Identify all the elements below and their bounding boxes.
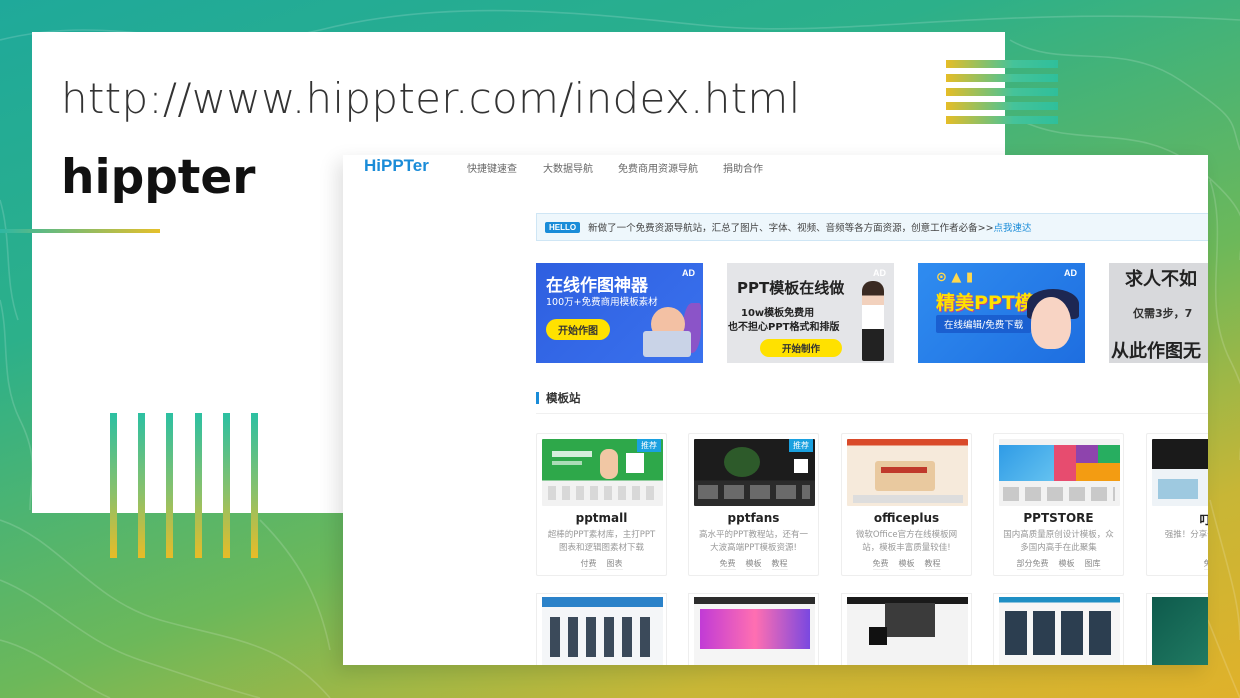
site-card-row2-5[interactable] bbox=[1146, 593, 1208, 665]
site-card-dingdang[interactable]: 叮当 强推！分享优质全部模板 免费 bbox=[1146, 433, 1208, 576]
card-name: PPTSTORE bbox=[1023, 511, 1094, 525]
card-thumbnail bbox=[847, 439, 968, 506]
card-desc: 微软Office官方在线模板网站，模板丰富质量较佳! bbox=[855, 530, 958, 553]
recommend-badge: 推荐 bbox=[637, 439, 661, 452]
card-tag[interactable]: 模板 bbox=[1058, 558, 1075, 570]
card-tag[interactable]: 免费 bbox=[719, 558, 736, 570]
card-name: pptmall bbox=[575, 511, 628, 525]
nav-item-free-resources[interactable]: 免费商用资源导航 bbox=[618, 160, 698, 175]
card-desc: 高水平的PPT教程站，还有一大波高端PPT模板资源! bbox=[699, 530, 808, 553]
announcement-bar: HELLO 新做了一个免费资源导航站，汇总了图片、字体、视频、音频等各方面资源，… bbox=[536, 213, 1208, 241]
ad-title: 求人不如 bbox=[1125, 269, 1197, 290]
ad-banner-3[interactable]: AD ⊙ ▲ ▮ 精美PPT模板 在线编辑/免费下载 bbox=[918, 263, 1085, 363]
card-tag[interactable]: 免费 bbox=[872, 558, 889, 570]
card-tag[interactable]: 免费 bbox=[1203, 558, 1208, 570]
slide-title: hippter bbox=[61, 150, 256, 205]
card-desc: 国内高质量原创设计模板，众多国内高手在此聚集 bbox=[1003, 530, 1114, 553]
ad-banner-4[interactable]: 求人不如 仅需3步，7 从此作图无 bbox=[1109, 263, 1208, 363]
section-title-text: 模板站 bbox=[546, 391, 581, 405]
site-card-pptmall[interactable]: 推荐 pptmall 超棒的PPT素材库，主打PPT图表和逻辑图素材下载 付费 … bbox=[536, 433, 667, 576]
announcement-text: 新做了一个免费资源导航站，汇总了图片、字体、视频、音频等各方面资源，创意工作者必… bbox=[588, 223, 994, 234]
stripes-decoration bbox=[946, 60, 1058, 128]
ad-title: 在线作图神器 bbox=[546, 276, 648, 296]
site-card-pptfans[interactable]: 推荐 pptfans 高水平的PPT教程站，还有一大波高端PPT模板资源! 免费… bbox=[688, 433, 819, 576]
site-card-row2-4[interactable] bbox=[993, 593, 1124, 665]
card-tag[interactable]: 图库 bbox=[1084, 558, 1101, 570]
site-navbar: HiPPTer 快捷键速查 大数据导航 免费商用资源导航 捐助合作 bbox=[343, 155, 1208, 181]
ad-start-button[interactable]: 开始制作 bbox=[760, 339, 843, 357]
recommend-badge: 推荐 bbox=[789, 439, 813, 452]
title-underline-decoration bbox=[0, 229, 160, 233]
ad-line2: 从此作图无 bbox=[1111, 341, 1201, 362]
ad-tag: AD bbox=[873, 268, 886, 278]
divider bbox=[536, 413, 1208, 414]
woman-illustration bbox=[862, 281, 884, 361]
card-tag[interactable]: 教程 bbox=[771, 558, 788, 570]
card-thumbnail bbox=[542, 597, 663, 665]
card-tag[interactable]: 部分免费 bbox=[1016, 558, 1049, 570]
card-thumbnail bbox=[1152, 597, 1208, 665]
card-name: pptfans bbox=[727, 511, 780, 525]
hello-badge: HELLO bbox=[545, 221, 581, 233]
nav-item-shortcuts[interactable]: 快捷键速查 bbox=[467, 160, 517, 175]
card-tag[interactable]: 图表 bbox=[606, 558, 623, 570]
section-title: 模板站 bbox=[536, 390, 581, 406]
card-tag[interactable]: 模板 bbox=[745, 558, 762, 570]
site-card-pptstore[interactable]: PPTSTORE 国内高质量原创设计模板，众多国内高手在此聚集 部分免费 模板 … bbox=[993, 433, 1124, 576]
card-thumbnail bbox=[999, 439, 1120, 506]
site-card-officeplus[interactable]: officeplus 微软Office官方在线模板网站，模板丰富质量较佳! 免费… bbox=[841, 433, 972, 576]
ad-subtitle: 100万+免费商用模板素材 bbox=[546, 297, 658, 308]
card-name: officeplus bbox=[873, 511, 940, 525]
ad-tag: AD bbox=[1064, 268, 1077, 278]
site-card-row2-1[interactable] bbox=[536, 593, 667, 665]
ad-line2: 也不担心PPT格式和排版 bbox=[728, 322, 840, 333]
section-marker bbox=[536, 392, 539, 404]
ad-line1: 10w模板免费用 bbox=[741, 308, 815, 319]
announcement-link[interactable]: 点我速达 bbox=[994, 220, 1032, 234]
card-thumbnail bbox=[999, 597, 1120, 665]
website-screenshot: HiPPTer 快捷键速查 大数据导航 免费商用资源导航 捐助合作 HELLO … bbox=[343, 155, 1208, 665]
ad-start-button[interactable]: 开始作图 bbox=[546, 319, 610, 340]
card-tag[interactable]: 付费 bbox=[580, 558, 597, 570]
card-thumbnail bbox=[694, 597, 815, 665]
card-name: 叮当 bbox=[1147, 511, 1208, 528]
vertical-bars-decoration bbox=[110, 413, 262, 558]
card-thumbnail bbox=[847, 597, 968, 665]
card-tag[interactable]: 教程 bbox=[924, 558, 941, 570]
laptop-illustration bbox=[643, 331, 691, 357]
ad-line1: 仅需3步，7 bbox=[1133, 307, 1193, 320]
ad-tag: AD bbox=[682, 268, 695, 278]
site-card-row2-3[interactable] bbox=[841, 593, 972, 665]
girl-face-illustration bbox=[1031, 297, 1071, 349]
card-thumbnail bbox=[1152, 439, 1208, 506]
nav-item-donate[interactable]: 捐助合作 bbox=[723, 160, 763, 175]
card-tag[interactable]: 模板 bbox=[898, 558, 915, 570]
slide-url: http://www.hippter.com/index.html bbox=[61, 74, 801, 123]
card-desc: 强推！分享优质全部模板 bbox=[1164, 530, 1208, 540]
play-icon: ⊙ ▲ ▮ bbox=[936, 270, 974, 285]
card-desc: 超棒的PPT素材库，主打PPT图表和逻辑图素材下载 bbox=[547, 530, 656, 553]
nav-item-bigdata[interactable]: 大数据导航 bbox=[543, 160, 593, 175]
site-card-row2-2[interactable] bbox=[688, 593, 819, 665]
ad-title: PPT模板在线做 bbox=[737, 279, 845, 297]
ad-subtitle: 在线编辑/免费下载 bbox=[936, 315, 1032, 333]
ad-banner-1[interactable]: AD 在线作图神器 100万+免费商用模板素材 开始作图 bbox=[536, 263, 703, 363]
site-logo[interactable]: HiPPTer bbox=[364, 156, 429, 176]
ad-banner-2[interactable]: AD PPT模板在线做 10w模板免费用 也不担心PPT格式和排版 开始制作 bbox=[727, 263, 894, 363]
